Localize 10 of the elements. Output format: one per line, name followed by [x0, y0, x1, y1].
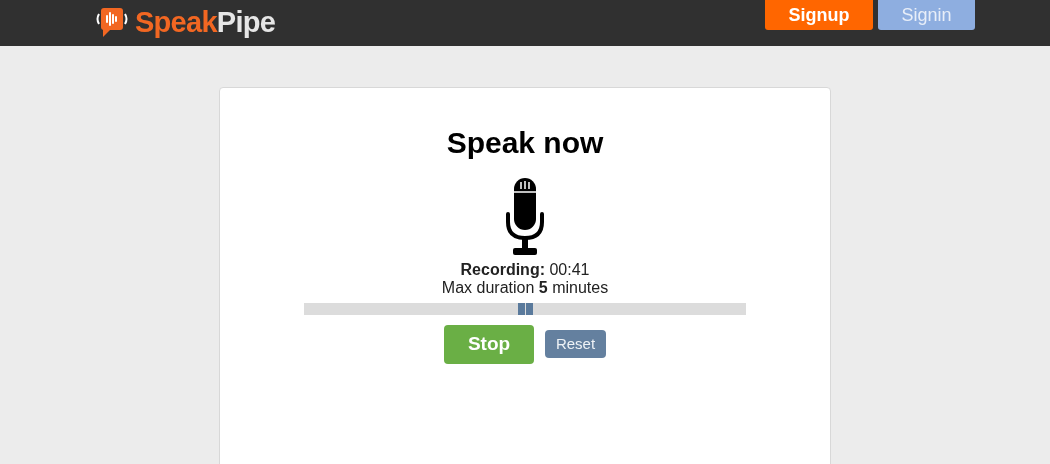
stop-button[interactable]: Stop	[444, 324, 534, 364]
reset-button[interactable]: Reset	[545, 330, 606, 358]
microphone-icon	[505, 177, 545, 256]
logo-text: SpeakPipe	[135, 7, 276, 37]
title: Speak now	[446, 125, 604, 161]
signup-button[interactable]: Signup	[765, 0, 873, 30]
duration-limit: Max duration 5 minutes	[441, 278, 609, 297]
logo-icon	[95, 6, 129, 38]
signin-button[interactable]: Signin	[878, 0, 975, 30]
recording-status: Recording: 00:41	[460, 260, 590, 279]
